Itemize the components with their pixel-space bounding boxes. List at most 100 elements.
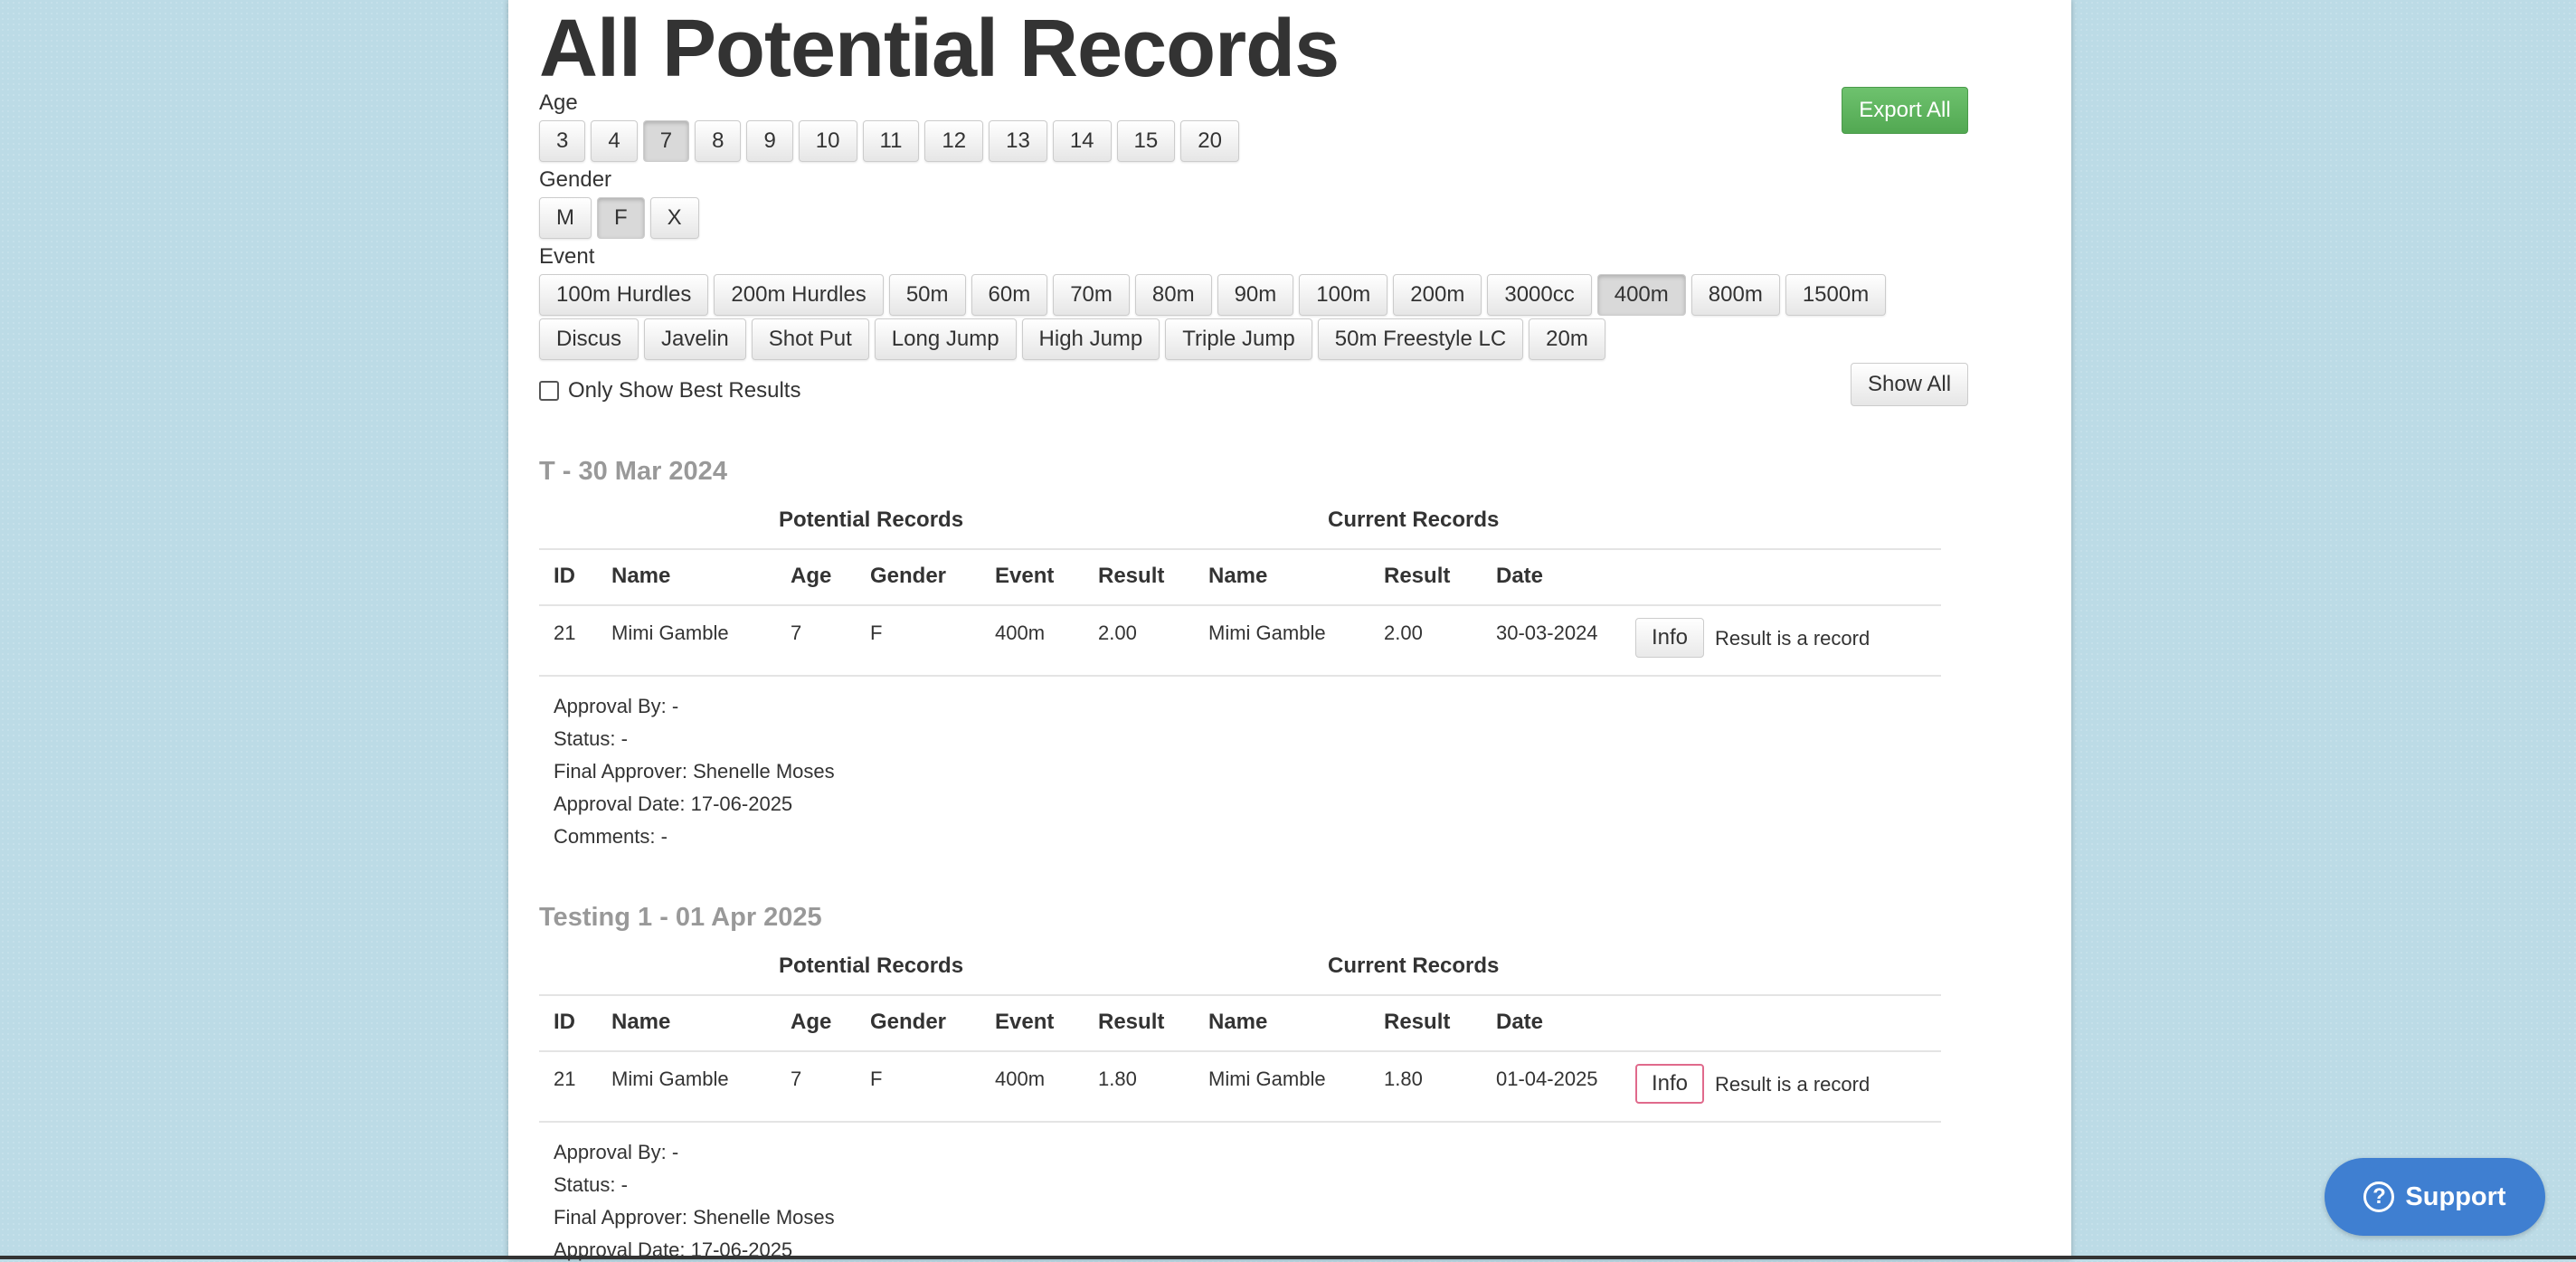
gender-button-m[interactable]: M [539,197,592,239]
column-header-age: Age [791,1010,832,1034]
cell-age: 7 [791,1067,802,1090]
column-header-gender: Gender [870,1010,947,1034]
cell-cur-result: 2.00 [1384,622,1423,644]
event-button-shot-put[interactable]: Shot Put [751,318,869,360]
age-button-10[interactable]: 10 [798,120,857,162]
window-bottom-edge [0,1256,2576,1259]
main-panel: All Potential Records Age 3 4 7 8 9 10 11 12 13 1… [508,0,2071,1261]
column-header-cur-name: Name [1208,564,1268,588]
potential-records-heading: Potential Records [779,508,964,532]
age-button-9[interactable]: 9 [746,120,793,162]
table-divider [539,1121,1941,1123]
cell-cur-name: Mimi Gamble [1208,622,1326,644]
column-header-cur-result: Result [1384,1010,1451,1034]
column-header-age: Age [791,564,832,588]
cell-id: 21 [554,1067,576,1090]
info-button[interactable]: Info [1635,618,1704,658]
event-button-50m[interactable]: 50m [888,274,966,316]
event-button-80m[interactable]: 80m [1134,274,1212,316]
cell-result: 1.80 [1098,1067,1137,1090]
age-button-12[interactable]: 12 [924,120,984,162]
table-divider [539,675,1941,677]
support-button[interactable]: ? Support [2325,1158,2545,1236]
gender-filter-group: MFX [539,197,699,239]
show-all-button[interactable]: Show All [1851,363,1968,406]
event-button-200m[interactable]: 200m [1393,274,1482,316]
event-button-20m[interactable]: 20m [1529,318,1605,360]
age-button-7[interactable]: 7 [642,120,690,162]
event-button-60m[interactable]: 60m [971,274,1048,316]
age-button-11[interactable]: 11 [862,120,920,162]
column-header-result: Result [1098,564,1165,588]
potential-records-heading: Potential Records [779,954,964,978]
column-header-name: Name [611,564,671,588]
event-button-javelin[interactable]: Javelin [644,318,746,360]
column-header-event: Event [995,564,1055,588]
approval-detail: Final Approver: Shenelle Moses [554,1206,835,1229]
approval-detail: Final Approver: Shenelle Moses [554,760,835,783]
event-button-100m[interactable]: 100m [1299,274,1388,316]
cell-gender: F [870,622,883,644]
table-divider [539,994,1941,996]
column-header-result: Result [1098,1010,1165,1034]
age-button-14[interactable]: 14 [1052,120,1112,162]
approval-detail: Status: - [554,727,628,750]
event-button-1500m[interactable]: 1500m [1785,274,1887,316]
cell-event: 400m [995,1067,1046,1090]
age-button-4[interactable]: 4 [591,120,638,162]
meet-title: T - 30 Mar 2024 [539,457,727,486]
only-best-results-checkbox[interactable] [539,381,559,401]
age-button-20[interactable]: 20 [1180,120,1239,162]
cell-result: 2.00 [1098,622,1137,644]
only-best-results-toggle[interactable]: Only Show Best Results [539,378,800,403]
event-button-200m-hurdles[interactable]: 200m Hurdles [714,274,884,316]
cell-name: Mimi Gamble [611,1067,729,1090]
age-button-15[interactable]: 15 [1116,120,1176,162]
record-status: Result is a record [1715,1073,1870,1096]
approval-detail: Approval By: - [554,695,679,717]
column-header-event: Event [995,1010,1055,1034]
cell-name: Mimi Gamble [611,622,729,644]
column-header-cur-result: Result [1384,564,1451,588]
event-filter-group-2: Discus Javelin Shot Put Long Jump High Jump T… [539,318,1605,360]
current-records-heading: Current Records [1328,508,1500,532]
event-button-triple-jump[interactable]: Triple Jump [1165,318,1312,360]
gender-label: Gender [539,167,612,192]
help-icon: ? [2363,1181,2395,1212]
event-button-long-jump[interactable]: Long Jump [874,318,1017,360]
column-header-gender: Gender [870,564,947,588]
only-best-results-label: Only Show Best Results [568,378,801,403]
event-button-100m-hurdles[interactable]: 100m Hurdles [539,274,709,316]
cell-gender: F [870,1067,883,1090]
age-button-8[interactable]: 8 [695,120,742,162]
cell-date: 30-03-2024 [1496,622,1598,644]
event-button-400m[interactable]: 400m [1596,274,1686,316]
event-button-90m[interactable]: 90m [1217,274,1294,316]
cell-cur-name: Mimi Gamble [1208,1067,1326,1090]
column-header-date: Date [1496,1010,1544,1034]
export-all-button[interactable]: Export All [1842,87,1968,134]
table-divider [539,604,1941,606]
meet-title: Testing 1 - 01 Apr 2025 [539,903,822,932]
event-button-3000cc[interactable]: 3000cc [1487,274,1592,316]
cell-date: 01-04-2025 [1496,1067,1598,1090]
event-button-800m[interactable]: 800m [1690,274,1780,316]
table-divider [539,548,1941,550]
age-button-3[interactable]: 3 [539,120,586,162]
event-button-high-jump[interactable]: High Jump [1021,318,1160,360]
cell-cur-result: 1.80 [1384,1067,1423,1090]
gender-button-f[interactable]: F [597,197,645,239]
table-divider [539,1050,1941,1052]
gender-button-x[interactable]: X [649,197,699,239]
approval-detail: Status: - [554,1173,628,1196]
current-records-heading: Current Records [1328,954,1500,978]
event-button-discus[interactable]: Discus [539,318,639,360]
approval-detail: Approval Date: 17-06-2025 [554,792,793,815]
age-button-13[interactable]: 13 [989,120,1047,162]
approval-detail: Comments: - [554,825,668,848]
event-button-50m-freestyle-lc[interactable]: 50m Freestyle LC [1317,318,1524,360]
column-header-name: Name [611,1010,671,1034]
event-button-70m[interactable]: 70m [1053,274,1130,316]
info-button[interactable]: Info [1635,1064,1704,1104]
age-filter-group: 3 4 7 8 9 10 11 12 13 14 15 20 [539,120,1239,162]
